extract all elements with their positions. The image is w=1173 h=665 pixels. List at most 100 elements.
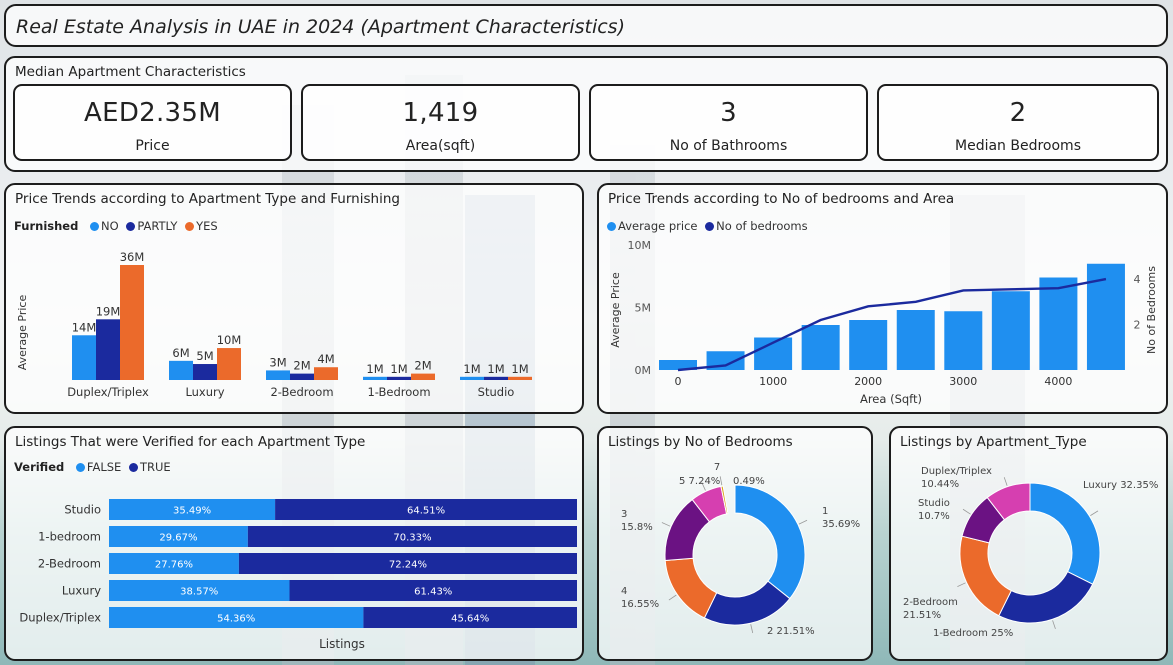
bedroom-label: 2 21.51% (767, 626, 815, 637)
verified-stacked-bar-chart[interactable]: Studio 35.49% 64.51% 1-bedroom 29.67% 70.33% 2… (6, 428, 582, 659)
category-label: Studio (64, 503, 101, 517)
type-slice[interactable] (998, 571, 1094, 624)
x-tick-label: 1000 (759, 375, 787, 388)
bar[interactable] (72, 335, 96, 380)
area-bar[interactable] (991, 291, 1030, 370)
kpi-price-value: AED2.35M (84, 98, 221, 128)
type-leader[interactable] (1003, 477, 1008, 486)
type-label: Studio (918, 498, 950, 509)
type-slice[interactable] (959, 535, 1012, 617)
bar[interactable] (120, 265, 144, 380)
bedroom-label: 7 (714, 462, 720, 473)
bedroom-leader[interactable] (750, 624, 754, 634)
bedroom-leader[interactable] (668, 594, 677, 601)
x-axis-label: Area (Sqft) (860, 392, 922, 406)
bedroom-slice[interactable] (734, 484, 806, 600)
y-tick-label: 10M (628, 239, 652, 252)
kpi-price-label: Price (135, 138, 170, 154)
area-bar[interactable] (896, 310, 935, 370)
data-label: 6M (172, 346, 189, 360)
type-label: 1-Bedroom 25% (933, 628, 1013, 639)
bedroom-leader[interactable] (798, 519, 808, 525)
kpi-card-price[interactable]: AED2.35M Price (13, 84, 292, 161)
furnishing-chart-panel[interactable]: Price Trends according to Apartment Type… (4, 183, 584, 414)
kpi-card-area[interactable]: 1,419 Area(sqft) (301, 84, 580, 161)
bedroom-label: 5 7.24% (679, 476, 720, 487)
bar[interactable] (217, 348, 241, 380)
bar[interactable] (363, 376, 387, 380)
kpi-card-bathrooms[interactable]: 3 No of Bathrooms (589, 84, 868, 161)
data-label: 5M (196, 349, 213, 363)
furnishing-bar-chart[interactable]: Average Price 14M 19M 36M Duplex/Triplex 6M 5M… (6, 185, 582, 412)
data-label: 4M (317, 352, 334, 366)
data-label: 10M (217, 333, 242, 347)
kpi-area-value: 1,419 (402, 98, 479, 128)
x-axis-label: Listings (319, 637, 365, 651)
type-label: 10.7% (918, 511, 950, 522)
area-bar[interactable] (1039, 277, 1078, 371)
bar[interactable] (460, 376, 484, 380)
title-bar: Real Estate Analysis in UAE in 2024 (Apa… (4, 4, 1168, 47)
kpi-bathrooms-value: 3 (720, 98, 737, 128)
y-axis-label: Average Price (16, 295, 29, 371)
bedroom-label: 0.49% (733, 476, 765, 487)
kpi-bathrooms-label: No of Bathrooms (669, 138, 788, 154)
y-tick-label: 5M (635, 302, 652, 315)
bar[interactable] (484, 376, 508, 380)
type-leader[interactable] (1090, 510, 1099, 516)
type-leader[interactable] (962, 508, 971, 515)
type-label: Luxury 32.35% (1083, 480, 1158, 491)
bedrooms-area-chart-panel[interactable]: Price Trends according to No of bedrooms… (597, 183, 1168, 414)
verified-chart-panel[interactable]: Listings That were Verified for each Apa… (4, 426, 584, 661)
bar[interactable] (290, 373, 314, 380)
bedroom-donut-panel[interactable]: Listings by No of Bedrooms 1 35.69% 2 21.5… (597, 426, 873, 661)
type-leader[interactable] (1052, 620, 1056, 629)
true-data-label: 70.33% (393, 533, 431, 544)
bar[interactable] (411, 373, 435, 380)
bedrooms-area-combo-chart[interactable]: Average Price No of Bedrooms 0M 5M 10M 2 4 0 100… (599, 185, 1166, 412)
category-label: Luxury (185, 385, 224, 399)
y2-tick-label: 4 (1134, 273, 1141, 286)
bar[interactable] (266, 370, 290, 380)
bar[interactable] (508, 376, 532, 380)
bar[interactable] (96, 319, 120, 380)
bar[interactable] (193, 364, 217, 380)
area-bar[interactable] (801, 325, 840, 370)
area-bar[interactable] (944, 311, 983, 370)
bedroom-label: 1 (822, 506, 828, 517)
true-data-label: 61.43% (414, 587, 452, 598)
area-bar[interactable] (849, 320, 888, 370)
type-label: 10.44% (921, 479, 959, 490)
bedroom-donut-chart[interactable]: 1 35.69% 2 21.51% 4 16.55% 3 15.8% 5 7.24% 7 0.49… (599, 428, 871, 659)
kpi-bedrooms-label: Median Bedrooms (955, 138, 1081, 154)
category-label: 2-Bedroom (270, 385, 333, 399)
type-leader[interactable] (957, 582, 966, 587)
false-data-label: 29.67% (159, 533, 197, 544)
data-label: 2M (414, 359, 431, 373)
x-tick-label: 2000 (854, 375, 882, 388)
x-tick-label: 0 (675, 375, 682, 388)
bedroom-slice[interactable] (664, 557, 718, 619)
data-label: 14M (72, 320, 97, 334)
bar[interactable] (387, 376, 411, 380)
type-donut-panel[interactable]: Listings by Apartment_Type Luxury 32.35%… (889, 426, 1168, 661)
type-slice[interactable] (1029, 482, 1101, 585)
data-label: 36M (120, 250, 145, 264)
x-tick-label: 4000 (1044, 375, 1072, 388)
bedroom-leader[interactable] (661, 522, 671, 527)
bar[interactable] (169, 360, 193, 380)
bedroom-label: 3 (621, 509, 627, 520)
data-label: 1M (463, 362, 480, 376)
type-label: 2-Bedroom (903, 597, 958, 608)
true-data-label: 45.64% (451, 614, 489, 625)
category-label: Duplex/Triplex (19, 611, 101, 625)
data-label: 1M (487, 362, 504, 376)
type-donut-chart[interactable]: Luxury 32.35% 1-Bedroom 25% 2-Bedroom 21.51… (891, 428, 1166, 659)
bedroom-leader[interactable] (719, 476, 723, 486)
bedroom-label: 15.8% (621, 522, 653, 533)
kpi-card-bedrooms[interactable]: 2 Median Bedrooms (877, 84, 1159, 161)
bedroom-label: 16.55% (621, 599, 659, 610)
bedroom-label: 35.69% (822, 519, 860, 530)
true-data-label: 64.51% (407, 506, 445, 517)
bar[interactable] (314, 367, 338, 380)
